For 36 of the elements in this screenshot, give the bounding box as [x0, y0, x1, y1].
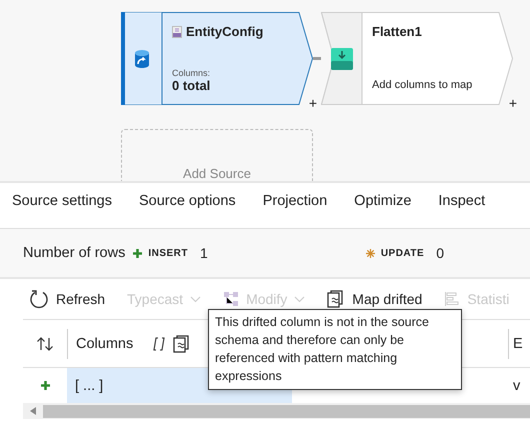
count-value: 1	[200, 245, 208, 261]
toolbar-button[interactable]: Map drifted	[327, 290, 422, 308]
row-count-label: Number of rows	[23, 245, 126, 261]
tab[interactable]: Source options	[138, 193, 236, 228]
plus-icon	[133, 248, 142, 258]
tab[interactable]: Source settings	[12, 193, 112, 228]
table-cell-text: v	[512, 378, 520, 394]
nodes-icon	[223, 291, 240, 307]
column-header[interactable]: E	[509, 336, 523, 352]
database-icon	[134, 48, 150, 68]
tab[interactable]: Projection	[262, 193, 328, 228]
caret-icon	[190, 296, 202, 302]
horizontal-scrollbar[interactable]	[23, 403, 530, 419]
node-detail: 0 total	[172, 78, 212, 93]
statistics-icon	[444, 291, 460, 307]
caret-icon	[294, 296, 306, 302]
plus-icon	[40, 381, 50, 390]
count-label: INSERT	[148, 248, 188, 258]
column-header[interactable]: Columns	[76, 336, 134, 352]
node-title: Flatten1	[372, 24, 422, 39]
flatten-icon	[330, 48, 352, 70]
sort-icon	[36, 336, 54, 350]
document-icon	[172, 26, 182, 38]
node-title: EntityConfig	[186, 24, 264, 39]
toolbar-button[interactable]: Refresh	[29, 289, 106, 309]
drifted-columns-icon	[173, 334, 192, 352]
tab[interactable]: Inspect	[438, 193, 486, 228]
node-caption: Columns:	[172, 68, 212, 78]
array-icon	[153, 336, 166, 350]
node-detail: Add columns to map	[372, 79, 474, 91]
asterisk-icon	[366, 248, 375, 258]
tab[interactable]: Optimize	[354, 193, 412, 228]
scroll-left-icon	[30, 407, 36, 415]
count-value: 0	[436, 245, 444, 261]
count-label: UPDATE	[380, 248, 424, 258]
refresh-icon	[29, 289, 49, 309]
